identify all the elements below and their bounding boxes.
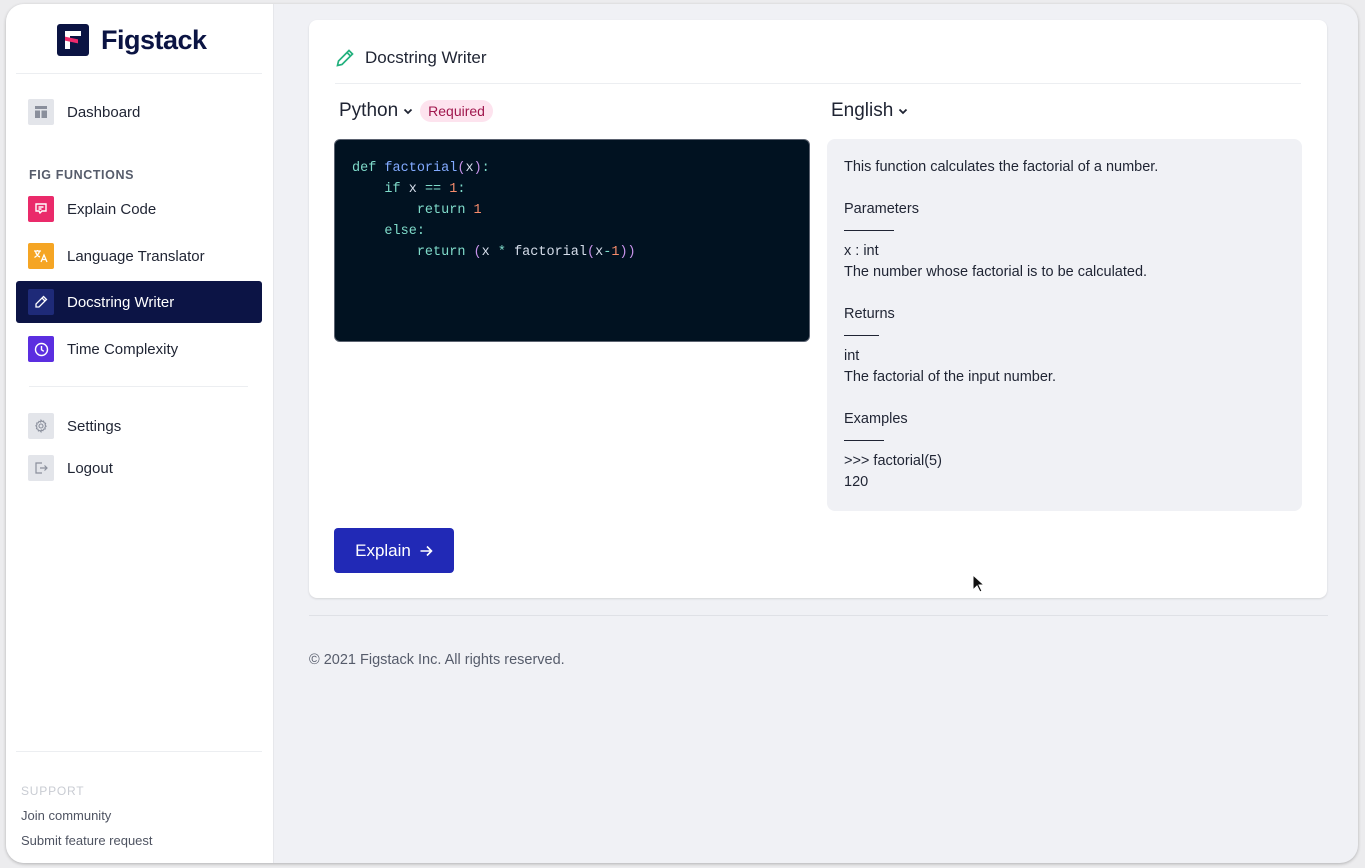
output-language-value: English xyxy=(831,100,894,121)
docstring-writer-card: Docstring Writer Python Required English… xyxy=(309,20,1327,598)
clock-icon xyxy=(28,336,54,362)
copyright-text: © 2021 Figstack Inc. All rights reserved… xyxy=(309,652,565,668)
chevron-down-icon xyxy=(899,108,908,115)
code-line: else: xyxy=(384,224,425,239)
sidebar-item-settings[interactable]: Settings xyxy=(16,405,262,447)
sidebar-divider xyxy=(16,751,262,752)
logo-mark-icon xyxy=(57,24,89,56)
heading-underline xyxy=(844,430,1285,451)
input-language-select[interactable]: Python Required xyxy=(339,100,493,122)
sidebar-item-time-complexity[interactable]: Time Complexity xyxy=(16,328,262,370)
sidebar-divider xyxy=(29,386,248,387)
sidebar-item-label: Logout xyxy=(67,459,113,477)
sidebar-item-label: Language Translator xyxy=(67,247,205,265)
pencil-icon xyxy=(336,49,354,67)
sidebar: Figstack Dashboard FIG FUNCTIONS Explain… xyxy=(6,4,274,863)
gear-icon xyxy=(28,413,54,439)
chat-icon xyxy=(28,196,54,222)
sidebar-item-label: Time Complexity xyxy=(67,340,179,358)
page-title: Docstring Writer xyxy=(365,48,487,67)
sidebar-item-label: Dashboard xyxy=(67,103,141,121)
heading-underline xyxy=(844,325,1285,346)
card-divider xyxy=(335,83,1301,84)
sidebar-item-dashboard[interactable]: Dashboard xyxy=(16,91,262,133)
code-line: return 1 xyxy=(416,203,482,218)
code-line: if x == 1: xyxy=(384,182,466,197)
output-param-description: The number whose factorial is to be calc… xyxy=(844,264,1148,280)
pencil-icon xyxy=(28,289,54,315)
logo[interactable]: Figstack xyxy=(57,24,207,56)
output-param-signature: x : int xyxy=(844,243,879,259)
translate-icon xyxy=(28,243,54,269)
chevron-down-icon xyxy=(404,108,413,115)
sidebar-divider xyxy=(16,73,262,74)
layout-icon xyxy=(28,99,54,125)
section-label-fig-functions: FIG FUNCTIONS xyxy=(29,168,135,182)
app-window: Figstack Dashboard FIG FUNCTIONS Explain… xyxy=(6,4,1358,863)
support-label: SUPPORT xyxy=(21,784,85,798)
sidebar-item-label: Docstring Writer xyxy=(67,293,175,311)
sidebar-item-label: Settings xyxy=(67,417,122,435)
output-return-description: The factorial of the input number. xyxy=(844,369,1056,385)
sidebar-item-label: Explain Code xyxy=(67,200,157,218)
footer-divider xyxy=(309,615,1328,616)
heading-underline xyxy=(844,220,1285,241)
output-parameters-heading: Parameters xyxy=(844,201,919,217)
output-example-call: >>> factorial(5) xyxy=(844,453,942,469)
output-return-type: int xyxy=(844,348,860,364)
brand-name: Figstack xyxy=(101,24,207,55)
input-language-value: Python xyxy=(339,100,399,121)
sidebar-item-logout[interactable]: Logout xyxy=(16,447,262,489)
sidebar-item-docstring-writer[interactable]: Docstring Writer xyxy=(16,281,262,323)
output-language-select[interactable]: English xyxy=(831,100,909,122)
join-community-link[interactable]: Join community xyxy=(21,808,111,823)
output-example-result: 120 xyxy=(844,474,869,490)
arrow-right-icon xyxy=(420,545,433,556)
submit-feature-request-link[interactable]: Submit feature request xyxy=(21,833,153,848)
sidebar-item-language-translator[interactable]: Language Translator xyxy=(16,235,262,277)
output-examples-heading: Examples xyxy=(844,411,908,427)
required-badge: Required xyxy=(420,100,493,122)
card-header: Docstring Writer xyxy=(335,48,487,68)
output-returns-heading: Returns xyxy=(844,306,895,322)
docstring-output: This function calculates the factorial o… xyxy=(827,139,1302,511)
explain-button-label: Explain xyxy=(355,540,411,560)
logout-icon xyxy=(28,455,54,481)
code-line: def factorial(x): xyxy=(352,161,490,176)
mouse-cursor-icon xyxy=(972,574,986,593)
output-summary: This function calculates the factorial o… xyxy=(844,159,1159,175)
code-editor[interactable]: def factorial(x): if x == 1: return 1 el… xyxy=(334,139,810,342)
explain-button[interactable]: Explain xyxy=(334,528,454,573)
sidebar-item-explain-code[interactable]: Explain Code xyxy=(16,188,262,230)
code-line: return (x * factorial(x-1)) xyxy=(416,245,636,260)
